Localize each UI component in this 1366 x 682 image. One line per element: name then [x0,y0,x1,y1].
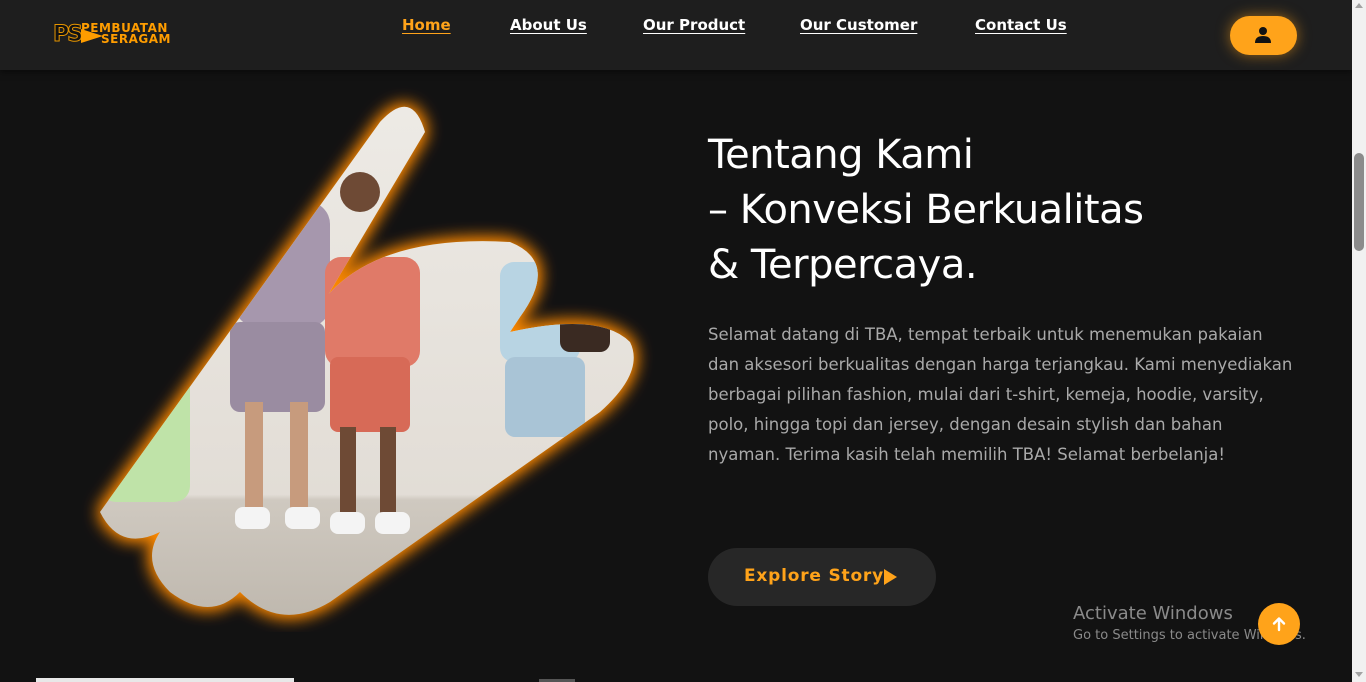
scroll-up-arrow-icon[interactable] [1355,3,1363,8]
user-icon [1255,27,1271,43]
activate-windows-title: Activate Windows [1073,603,1233,624]
nav-link-our-customer[interactable]: Our Customer [800,16,917,34]
navbar: PS PEMBUATAN SERAGAM Home About Us Our P… [0,0,1352,70]
play-arrow-icon [884,569,897,585]
bottom-edge-strip [36,678,294,682]
hero-heading-line1: Tentang Kami [708,132,974,178]
explore-story-button[interactable]: Explore Story [708,548,936,606]
hero-heading: Tentang Kami – Konveksi Berkualitas & Te… [708,128,1308,293]
user-account-button[interactable] [1230,16,1297,55]
scrollbar-thumb[interactable] [1354,153,1364,251]
nav-link-about-us[interactable]: About Us [510,16,587,34]
hero-heading-line3: & Terpercaya. [708,242,978,288]
hero-description: Selamat datang di TBA, tempat terbaik un… [708,325,1293,464]
main-nav: Home About Us Our Product Our Customer C… [0,16,1352,38]
hero-heading-line2: – Konveksi Berkualitas [708,187,1144,233]
nav-link-our-product[interactable]: Our Product [643,16,745,34]
explore-story-label: Explore Story [744,566,884,586]
scroll-down-arrow-icon[interactable] [1355,672,1363,677]
back-to-top-button[interactable] [1258,603,1300,645]
hero-image [100,106,634,615]
arrow-up-icon [1272,617,1286,632]
nav-link-home[interactable]: Home [402,16,451,34]
page: PS PEMBUATAN SERAGAM Home About Us Our P… [0,0,1366,682]
nav-link-contact-us[interactable]: Contact Us [975,16,1067,34]
vertical-scrollbar[interactable] [1352,0,1366,682]
